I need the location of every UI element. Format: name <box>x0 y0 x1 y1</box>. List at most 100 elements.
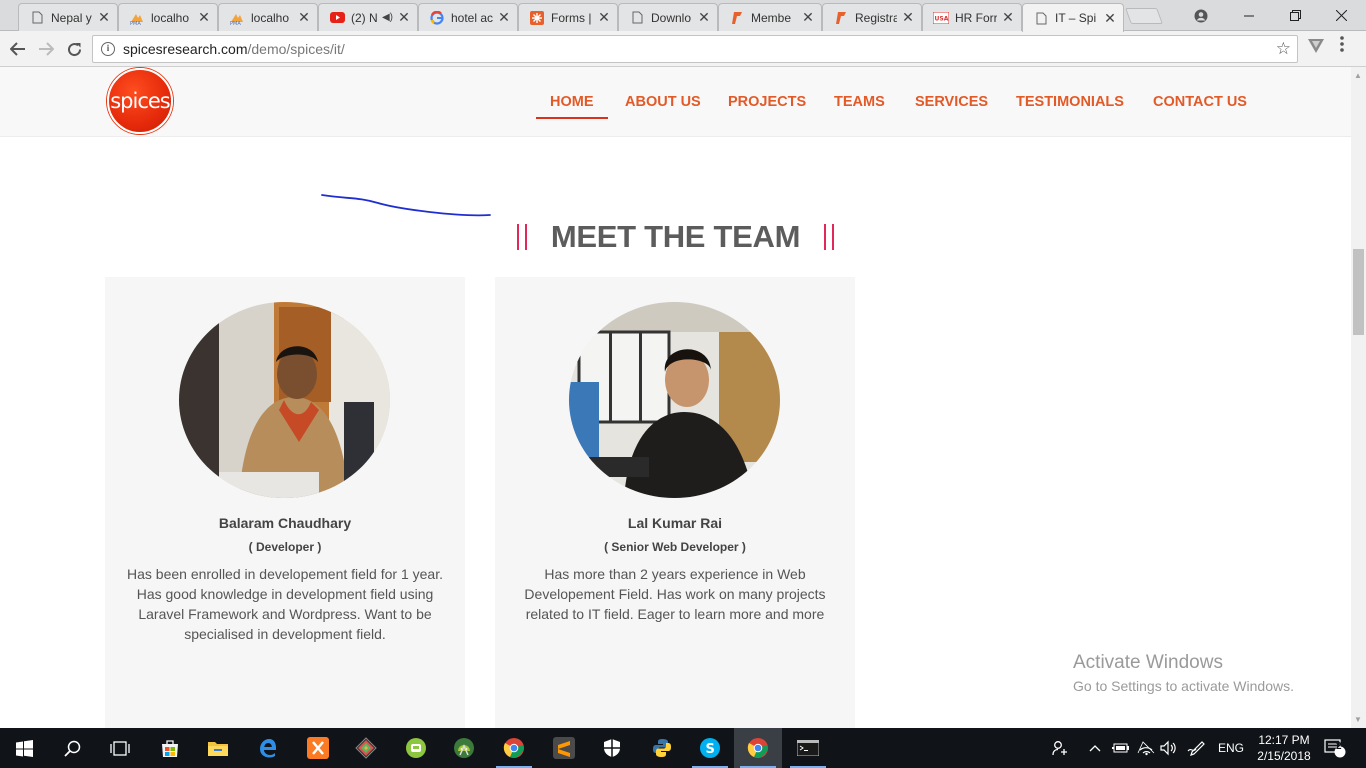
team-card: Lal Kumar Rai ( Senior Web Developer ) H… <box>495 277 855 728</box>
svg-text:USA: USA <box>935 15 949 22</box>
info-icon[interactable]: i <box>101 42 115 56</box>
git-icon[interactable] <box>342 728 390 768</box>
browser-tab[interactable]: USA HR Forr ✕ <box>922 3 1022 31</box>
reload-button[interactable] <box>62 37 86 61</box>
bookmark-star-icon[interactable]: ☆ <box>1276 39 1291 59</box>
nav-about-us[interactable]: ABOUT US <box>625 89 701 119</box>
browser-toolbar: i spicesresearch.com/demo/spices/it/ ☆ <box>0 31 1366 67</box>
close-icon[interactable]: ✕ <box>97 9 111 26</box>
tab-title: Registra <box>855 10 897 25</box>
formidable-icon <box>729 10 745 26</box>
browser-tab[interactable]: Downlo ✕ <box>618 3 718 31</box>
browser-tab[interactable]: (2) N ◀) ✕ <box>318 3 418 31</box>
windows-start-icon[interactable] <box>0 728 48 768</box>
scrollbar-thumb[interactable] <box>1353 249 1364 335</box>
member-bio: Has more than 2 years experience in Web … <box>524 566 826 622</box>
browser-tab[interactable]: PMA localho ✕ <box>118 3 218 31</box>
close-window-button[interactable] <box>1318 0 1364 31</box>
sublime-text-icon[interactable] <box>540 728 588 768</box>
back-button[interactable] <box>6 37 30 61</box>
chevron-up-icon[interactable] <box>1089 728 1101 768</box>
tab-title: Membe <box>751 10 792 25</box>
skype-icon[interactable]: S <box>686 728 734 768</box>
file-explorer-icon[interactable] <box>194 728 242 768</box>
document-icon <box>29 10 45 26</box>
clock-time: 12:17 PM <box>1258 733 1310 747</box>
extension-icon[interactable] <box>1308 39 1324 57</box>
language-indicator[interactable]: ENG <box>1218 728 1244 768</box>
address-bar[interactable]: i spicesresearch.com/demo/spices/it/ ☆ <box>92 35 1298 63</box>
edge-icon[interactable] <box>244 728 292 768</box>
android-studio-icon[interactable] <box>440 728 488 768</box>
nav-teams[interactable]: TEAMS <box>834 89 885 119</box>
team-card: Balaram Chaudhary ( Developer ) Has been… <box>105 277 465 728</box>
svg-text:PMA: PMA <box>130 21 141 25</box>
browser-tab[interactable]: PMA localho ✕ <box>218 3 318 31</box>
formidable-icon <box>833 10 849 26</box>
volume-icon[interactable] <box>1160 728 1178 768</box>
system-clock[interactable]: 12:17 PM 2/15/2018 <box>1252 732 1316 764</box>
activation-watermark: Activate Windows Go to Settings to activ… <box>1073 652 1294 694</box>
browser-tab[interactable]: Registra ✕ <box>822 3 922 31</box>
browser-tab-active[interactable]: IT – Spi ✕ <box>1022 3 1124 32</box>
tab-title: HR Forr <box>955 10 997 25</box>
close-icon[interactable]: ✕ <box>697 9 711 26</box>
people-icon[interactable] <box>1052 728 1070 768</box>
nav-projects[interactable]: PROJECTS <box>728 89 806 119</box>
scroll-down-arrow-icon[interactable]: ▼ <box>1354 715 1362 724</box>
close-icon[interactable]: ✕ <box>597 9 611 26</box>
page-scrollbar[interactable]: ▲ ▼ <box>1351 67 1366 728</box>
wifi-icon[interactable] <box>1137 728 1155 768</box>
close-icon[interactable]: ✕ <box>801 9 815 26</box>
xampp-icon[interactable] <box>294 728 342 768</box>
browser-tab[interactable]: Forms | ✕ <box>518 3 618 31</box>
phpmyadmin-icon: PMA <box>129 10 145 26</box>
close-icon[interactable]: ✕ <box>901 9 915 26</box>
new-tab-button[interactable] <box>1125 8 1163 24</box>
chrome-menu-icon[interactable] <box>1340 36 1344 52</box>
nav-testimonials[interactable]: TESTIMONIALS <box>1016 89 1124 119</box>
notification-center-icon[interactable]: 2 <box>1324 728 1346 768</box>
pen-workspace-icon[interactable] <box>1187 728 1207 768</box>
pen-annotation <box>321 194 491 217</box>
command-prompt-icon[interactable] <box>784 728 832 768</box>
close-icon[interactable]: ✕ <box>397 9 411 26</box>
battery-icon[interactable] <box>1112 728 1130 768</box>
restore-button[interactable] <box>1272 0 1318 31</box>
store-icon[interactable] <box>146 728 194 768</box>
forward-button[interactable] <box>34 37 58 61</box>
phpmyadmin-icon: PMA <box>229 10 245 26</box>
chrome-window-icon[interactable] <box>734 728 782 768</box>
close-icon[interactable]: ✕ <box>197 9 211 26</box>
chrome-icon[interactable] <box>490 728 538 768</box>
bluestacks-icon[interactable] <box>392 728 440 768</box>
close-icon[interactable]: ✕ <box>297 9 311 26</box>
forms-icon <box>529 10 545 26</box>
web-page: spices HOME ABOUT US PROJECTS TEAMS SERV… <box>0 67 1351 728</box>
task-view-icon[interactable] <box>96 728 144 768</box>
security-shield-icon[interactable] <box>588 728 636 768</box>
svg-text:S: S <box>706 742 715 757</box>
site-logo[interactable]: spices <box>107 68 173 134</box>
url-path: /demo/spices/it/ <box>247 41 345 57</box>
browser-tab[interactable]: Nepal y ✕ <box>18 3 118 31</box>
speaker-icon[interactable]: ◀) <box>382 12 393 23</box>
document-icon <box>1033 10 1049 26</box>
browser-tab[interactable]: Membe ✕ <box>718 3 822 31</box>
nav-services[interactable]: SERVICES <box>915 89 988 119</box>
close-icon[interactable]: ✕ <box>497 9 511 26</box>
nav-contact-us[interactable]: CONTACT US <box>1153 89 1247 119</box>
profile-icon[interactable] <box>1178 0 1224 31</box>
browser-tab[interactable]: hotel ac ✕ <box>418 3 518 31</box>
python-icon[interactable] <box>638 728 686 768</box>
scroll-up-arrow-icon[interactable]: ▲ <box>1354 71 1362 80</box>
search-icon[interactable] <box>48 728 96 768</box>
site-header: spices HOME ABOUT US PROJECTS TEAMS SERV… <box>0 67 1351 137</box>
tab-title: localho <box>251 10 290 25</box>
notification-count: 2 <box>1336 741 1342 752</box>
minimize-button[interactable] <box>1226 0 1272 31</box>
nav-home[interactable]: HOME <box>536 89 608 119</box>
close-icon[interactable]: ✕ <box>1103 10 1117 27</box>
close-icon[interactable]: ✕ <box>1001 9 1015 26</box>
url-host: spicesresearch.com <box>123 41 248 57</box>
